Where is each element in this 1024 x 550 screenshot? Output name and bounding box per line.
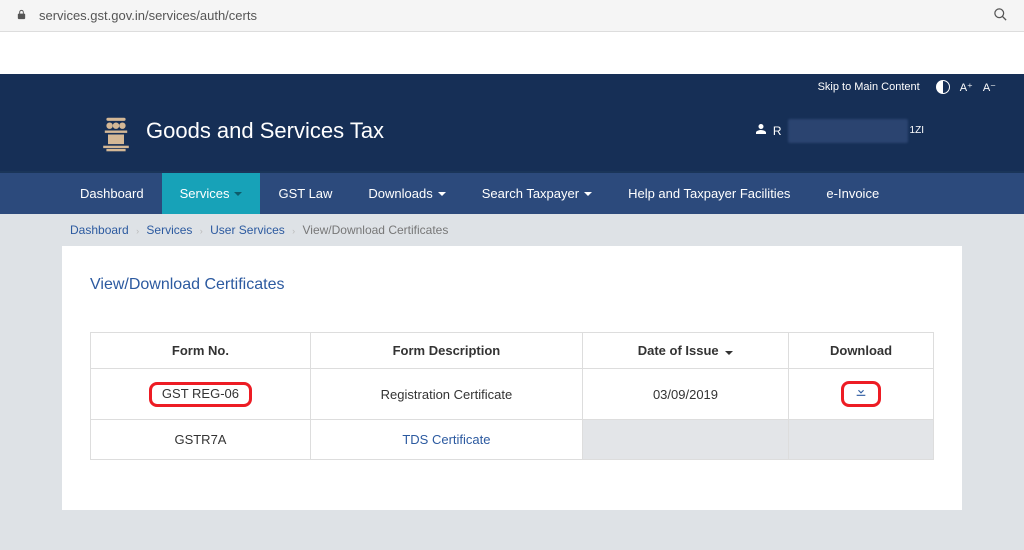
cell-form-description: TDS Certificate bbox=[310, 420, 582, 460]
download-button[interactable] bbox=[841, 381, 881, 407]
user-suffix: 1ZI bbox=[910, 125, 924, 136]
nav-dashboard[interactable]: Dashboard bbox=[62, 173, 162, 214]
th-date-of-issue[interactable]: Date of Issue bbox=[582, 333, 788, 369]
nav-downloads-label: Downloads bbox=[368, 186, 432, 201]
th-download: Download bbox=[789, 333, 934, 369]
skip-link[interactable]: Skip to Main Content bbox=[818, 81, 920, 93]
main-nav: Dashboard Services GST Law Downloads Sea… bbox=[0, 171, 1024, 214]
nav-services[interactable]: Services bbox=[162, 173, 261, 214]
india-emblem-icon bbox=[100, 108, 132, 153]
white-strip bbox=[0, 32, 1024, 74]
cell-form-no: GST REG-06 bbox=[91, 369, 311, 420]
nav-search-taxpayer-label: Search Taxpayer bbox=[482, 186, 579, 201]
site-title: Goods and Services Tax bbox=[146, 118, 384, 144]
nav-search-taxpayer[interactable]: Search Taxpayer bbox=[464, 173, 610, 214]
highlight-box: GST REG-06 bbox=[149, 382, 252, 407]
th-form-no: Form No. bbox=[91, 333, 311, 369]
lock-icon bbox=[16, 8, 27, 24]
browser-url-bar: services.gst.gov.in/services/auth/certs bbox=[0, 0, 1024, 32]
cell-date-of-issue bbox=[582, 420, 788, 460]
cell-download bbox=[789, 369, 934, 420]
site-header: Goods and Services Tax R 1ZI bbox=[0, 100, 1024, 171]
certificates-table: Form No. Form Description Date of Issue … bbox=[90, 332, 934, 460]
user-menu[interactable]: R 1ZI bbox=[755, 119, 924, 143]
sort-desc-icon bbox=[725, 351, 733, 355]
cell-form-no: GSTR7A bbox=[91, 420, 311, 460]
contrast-icon[interactable] bbox=[936, 80, 950, 94]
th-form-description: Form Description bbox=[310, 333, 582, 369]
user-icon bbox=[755, 123, 767, 138]
nav-gst-law[interactable]: GST Law bbox=[260, 173, 350, 214]
breadcrumb-sep: › bbox=[200, 226, 203, 236]
cell-date-of-issue: 03/09/2019 bbox=[582, 369, 788, 420]
nav-einvoice[interactable]: e-Invoice bbox=[808, 173, 897, 214]
main-card: View/Download Certificates Form No. Form… bbox=[62, 246, 962, 510]
breadcrumb-sep: › bbox=[136, 226, 139, 236]
user-name-blurred bbox=[788, 119, 908, 143]
user-prefix: R bbox=[773, 124, 782, 138]
nav-services-label: Services bbox=[180, 186, 230, 201]
nav-downloads[interactable]: Downloads bbox=[350, 173, 463, 214]
accessibility-bar: Skip to Main Content A⁺ A⁻ bbox=[0, 74, 1024, 100]
caret-down-icon bbox=[584, 192, 592, 196]
form-description-link[interactable]: TDS Certificate bbox=[402, 432, 490, 447]
url-text[interactable]: services.gst.gov.in/services/auth/certs bbox=[39, 8, 981, 23]
page-title: View/Download Certificates bbox=[90, 276, 934, 294]
breadcrumb-services[interactable]: Services bbox=[146, 223, 192, 237]
breadcrumb-current: View/Download Certificates bbox=[302, 223, 448, 237]
font-increase[interactable]: A⁺ bbox=[960, 81, 973, 94]
table-row: GSTR7A TDS Certificate bbox=[91, 420, 934, 460]
font-decrease[interactable]: A⁻ bbox=[983, 81, 996, 94]
breadcrumb: Dashboard › Services › User Services › V… bbox=[62, 214, 962, 246]
cell-form-description: Registration Certificate bbox=[310, 369, 582, 420]
cell-download bbox=[789, 420, 934, 460]
download-icon bbox=[854, 386, 868, 401]
caret-down-icon bbox=[234, 192, 242, 196]
breadcrumb-user-services[interactable]: User Services bbox=[210, 223, 285, 237]
nav-help[interactable]: Help and Taxpayer Facilities bbox=[610, 173, 808, 214]
caret-down-icon bbox=[438, 192, 446, 196]
breadcrumb-sep: › bbox=[292, 226, 295, 236]
breadcrumb-dashboard[interactable]: Dashboard bbox=[70, 223, 129, 237]
search-icon[interactable] bbox=[993, 7, 1008, 25]
th-date-of-issue-label: Date of Issue bbox=[638, 343, 719, 358]
table-row: GST REG-06 Registration Certificate03/09/… bbox=[91, 369, 934, 420]
